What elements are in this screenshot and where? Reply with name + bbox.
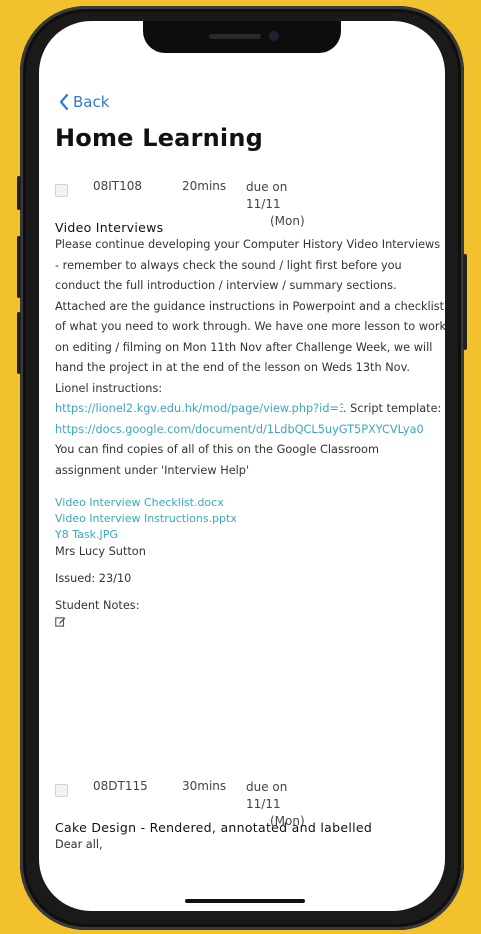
app-content: Back Home Learning 08IT108 20mins due on… [39,21,445,911]
task-complete-checkbox[interactable] [55,184,68,197]
back-label: Back [73,93,110,111]
attachment-link[interactable]: Y8 Task.JPG [55,527,445,543]
front-camera [269,31,279,41]
attachment-link[interactable]: Video Interview Checklist.docx [55,495,445,511]
power-button [463,254,467,350]
script-template-link[interactable]: https://docs.google.com/document/d/1LdbQ… [55,423,424,436]
volume-up-button [17,236,21,298]
camera-notch [143,21,341,53]
class-code: 08IT108 [93,179,143,193]
due-date-text: due on 11/11 [246,780,288,811]
due-date: due on 11/11 (Mon) [246,779,316,830]
task-duration: 20mins [182,179,227,193]
page-title: Home Learning [55,124,263,152]
task-complete-checkbox[interactable] [55,784,68,797]
attachment-link[interactable]: Video Interview Instructions.pptx [55,511,445,527]
screen: Back Home Learning 08IT108 20mins due on… [39,21,445,911]
back-button[interactable]: Back [59,93,109,111]
homework-task: 08DT115 30mins due on 11/11 (Mon) Cake D… [55,779,445,856]
volume-down-button [17,312,21,374]
due-day: (Mon) [270,814,305,828]
edit-notes-icon[interactable] [55,616,66,627]
chevron-left-icon [59,94,69,110]
script-template-label: . Script template: [343,402,442,415]
speaker-grille [209,34,261,39]
task-duration: 30mins [182,779,227,793]
homework-task: 08IT108 20mins due on 11/11 (Mon) Video … [55,179,445,627]
attachments-list: Video Interview Checklist.docx Video Int… [55,495,445,543]
home-indicator[interactable] [185,899,305,903]
student-notes-label: Student Notes: [55,599,140,612]
task-description: Please continue developing your Computer… [55,235,445,481]
due-date: due on 11/11 (Mon) [246,179,316,230]
teacher-name: Mrs Lucy Sutton [55,545,146,558]
mute-switch [17,176,21,210]
lionel-instructions-link[interactable]: https://lionel2.kgv.edu.hk/mod/page/view… [55,402,343,415]
task-meta: 08IT108 20mins due on 11/11 (Mon) [55,179,445,228]
description-footer: You can find copies of all of this on th… [55,443,379,477]
task-description: Dear all, [55,838,103,851]
description-text: Please continue developing your Computer… [55,238,445,395]
task-meta: 08DT115 30mins due on 11/11 (Mon) [55,779,445,828]
due-day: (Mon) [270,214,305,228]
issued-date: Issued: 23/10 [55,572,132,585]
due-date-text: due on 11/11 [246,180,288,211]
class-code: 08DT115 [93,779,148,793]
